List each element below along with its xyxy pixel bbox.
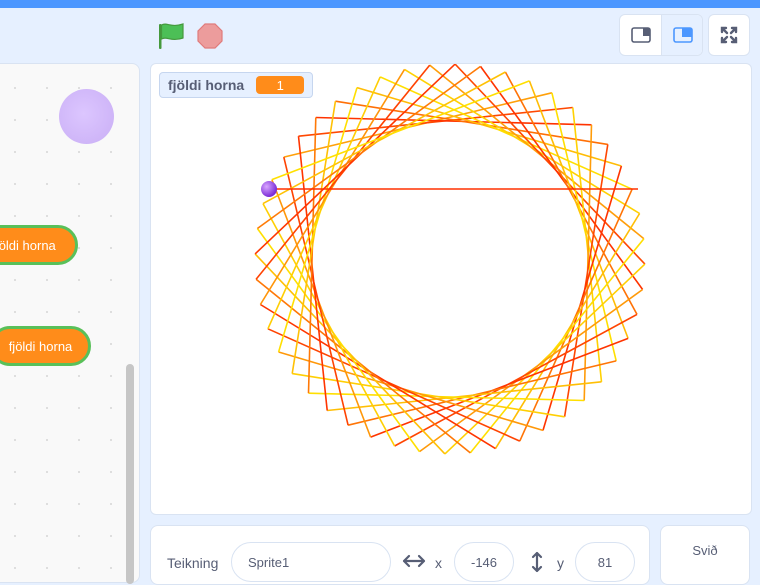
variable-reporter-block[interactable]: fjöldi horna: [0, 225, 78, 265]
stage-selector-label: Svið: [692, 543, 718, 558]
pen-line: [271, 179, 372, 438]
normal-stage-button[interactable]: [662, 15, 702, 55]
variable-reporter-block[interactable]: fjöldi horna: [0, 326, 91, 366]
y-label: y: [557, 555, 564, 571]
pen-line: [267, 76, 381, 330]
pen-line: [259, 303, 496, 450]
pen-line: [308, 392, 585, 402]
x-position-input[interactable]: -146: [454, 542, 514, 582]
variable-monitor-value: 1: [256, 76, 305, 94]
code-area[interactable]: [0, 63, 140, 583]
pen-line: [429, 64, 645, 240]
fullscreen-icon: [720, 26, 738, 44]
pen-line: [267, 328, 521, 442]
y-position-input[interactable]: 81: [575, 542, 635, 582]
small-stage-icon: [630, 27, 651, 43]
stage[interactable]: fjöldi horna 1: [150, 63, 752, 515]
y-position-value: 81: [597, 554, 613, 570]
sprite-name-value: Sprite1: [248, 554, 290, 570]
x-arrows-icon: [402, 554, 426, 568]
block-label: fjöldi horna: [8, 338, 73, 354]
pen-line: [469, 238, 645, 454]
x-label: x: [435, 555, 442, 571]
green-flag-icon[interactable]: [155, 21, 187, 51]
stage-size-toggle: [619, 14, 703, 56]
sprite-info-panel: Teikning Sprite1 x -146 y 81: [150, 525, 650, 585]
pen-line: [519, 188, 633, 442]
pen-line: [370, 337, 629, 438]
pen-line: [404, 68, 641, 215]
menu-bar: [0, 0, 760, 8]
variable-monitor[interactable]: fjöldi horna 1: [159, 72, 314, 98]
pen-line: [583, 124, 593, 401]
pen-line: [255, 278, 471, 454]
pen-line: [528, 80, 629, 339]
sprite-name-input[interactable]: Sprite1: [231, 542, 391, 582]
pen-line: [283, 92, 553, 158]
stop-icon[interactable]: [196, 22, 224, 50]
block-label: fjöldi horna: [0, 237, 56, 253]
normal-stage-icon: [672, 27, 693, 43]
sprite-ball[interactable]: [261, 181, 277, 197]
sprite-label: Teikning: [167, 555, 219, 571]
pen-line: [315, 116, 592, 126]
variable-monitor-label: fjöldi horna: [168, 77, 245, 93]
pen-drawing: [254, 64, 646, 455]
pen-line: [379, 76, 633, 190]
small-stage-button[interactable]: [620, 15, 662, 55]
stage-selector[interactable]: Svið: [660, 525, 750, 585]
fullscreen-button[interactable]: [708, 14, 750, 56]
code-area-scrollbar[interactable]: [126, 364, 134, 584]
pen-line: [283, 156, 349, 426]
pen-line: [307, 117, 317, 394]
sprite-thumbnail[interactable]: [59, 89, 114, 144]
pen-line: [347, 360, 617, 426]
pen-line: [494, 213, 641, 450]
x-position-value: -146: [470, 554, 498, 570]
pen-line: [551, 92, 617, 362]
pen-line: [259, 68, 406, 305]
